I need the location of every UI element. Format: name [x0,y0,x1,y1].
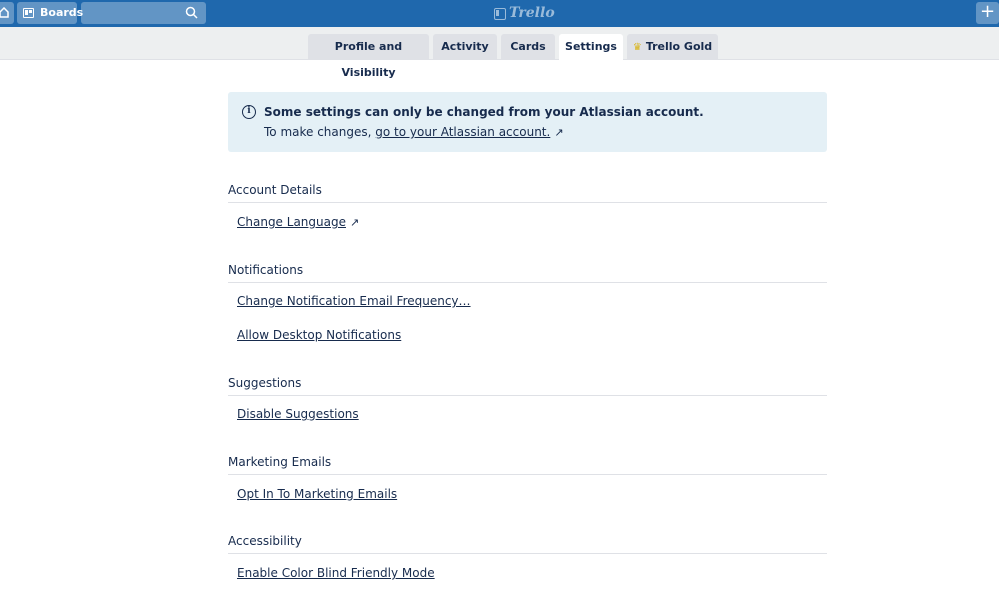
section-title-account-details: Account Details [228,183,322,197]
search-icon[interactable] [185,6,198,19]
notice-title: Some settings can only be changed from y… [264,105,704,119]
tab-trello-gold[interactable]: ♛ Trello Gold [627,34,718,60]
crown-icon: ♛ [632,42,642,53]
link-label: Change Language [237,215,346,229]
divider [228,474,827,475]
external-link-icon: ↗ [554,126,564,139]
notice-prefix: To make changes, [264,125,372,139]
top-header-bar: Boards Trello + [0,0,999,27]
divider [228,553,827,554]
add-button[interactable]: + [976,2,999,24]
external-link-icon: ↗ [349,216,360,229]
allow-desktop-notifications-link[interactable]: Allow Desktop Notifications [237,328,401,342]
tab-label: Cards [510,40,546,53]
tab-label: Profile and Visibility [334,40,403,79]
section-title-suggestions: Suggestions [228,376,302,390]
boards-label: Boards [40,6,84,19]
tab-settings[interactable]: Settings [559,34,623,61]
change-language-link[interactable]: Change Language ↗ [237,215,359,229]
divider [228,395,827,396]
notice-subtext: To make changes, go to your Atlassian ac… [264,125,564,139]
tab-cards[interactable]: Cards [501,34,555,60]
boards-button[interactable]: Boards [17,2,83,24]
trello-logo-icon [494,8,506,20]
tab-label: Trello Gold [645,40,713,53]
divider [228,202,827,203]
info-icon: i [242,105,256,119]
tab-activity[interactable]: Activity [433,34,497,60]
opt-in-marketing-emails-link[interactable]: Opt In To Marketing Emails [237,487,397,501]
tab-profile-and-visibility[interactable]: Profile and Visibility [308,34,429,79]
boards-icon [23,8,34,18]
tab-label: Activity [441,40,489,53]
enable-color-blind-mode-link[interactable]: Enable Color Blind Friendly Mode [237,566,435,580]
plus-icon: + [979,1,996,22]
change-notification-email-frequency-link[interactable]: Change Notification Email Frequency… [237,294,471,308]
section-title-accessibility: Accessibility [228,534,302,548]
section-title-marketing-emails: Marketing Emails [228,455,332,469]
home-icon [0,7,9,18]
settings-tab-bar: Profile and Visibility Activity Cards Se… [0,27,999,79]
tab-label: Settings [565,40,617,53]
section-title-notifications: Notifications [228,263,304,277]
atlassian-account-notice: i Some settings can only be changed from… [228,92,827,152]
atlassian-account-link[interactable]: go to your Atlassian account. [375,125,550,139]
trello-logo-text: Trello [509,5,555,21]
home-button[interactable] [0,2,14,24]
divider [228,282,827,283]
disable-suggestions-link[interactable]: Disable Suggestions [237,407,359,421]
